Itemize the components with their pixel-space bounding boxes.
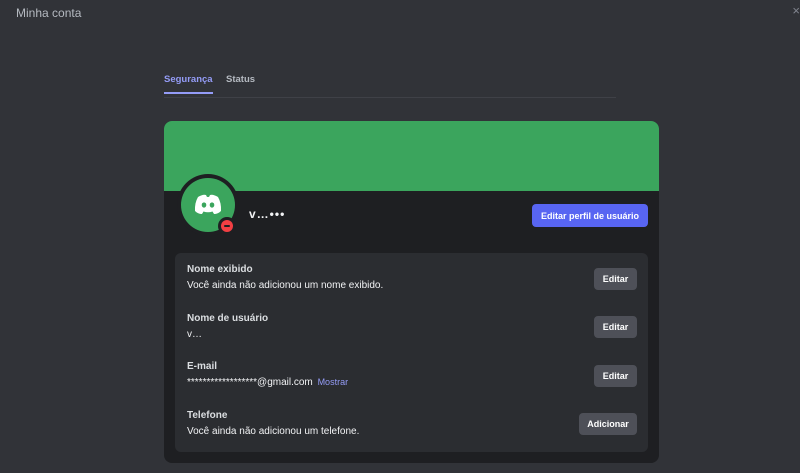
profile-banner [164,121,659,191]
add-phone-button[interactable]: Adicionar [579,413,637,435]
field-label: Telefone [187,410,228,421]
edit-username-button[interactable]: Editar [594,316,637,338]
close-icon[interactable]: × [792,3,800,18]
field-value: ******************@gmail.com Mostrar [187,377,637,388]
field-display-name: Nome exibido Você ainda não adicionou um… [187,264,637,291]
email-masked: ******************@gmail.com [187,377,313,388]
field-phone: Telefone Você ainda não adicionou um tel… [187,410,637,437]
account-card: v…••• Editar perfil de usuário Nome exib… [164,121,659,463]
window-title: Minha conta [16,6,82,20]
field-value: Você ainda não adicionou um nome exibido… [187,280,384,291]
edit-display-name-button[interactable]: Editar [594,268,637,290]
account-fields: Nome exibido Você ainda não adicionou um… [175,253,648,452]
edit-profile-button[interactable]: Editar perfil de usuário [532,204,648,227]
title-bar: Minha conta × [0,0,800,24]
tab-seguranca[interactable]: Segurança [164,74,213,94]
field-value: v… [187,329,202,340]
field-value: Você ainda não adicionou um telefone. [187,426,360,437]
field-label: Nome exibido [187,264,253,275]
edit-email-button[interactable]: Editar [594,365,637,387]
tab-bar: Segurança Status [164,74,616,98]
discord-logo-icon [194,194,222,214]
dnd-status-icon [221,220,233,232]
tab-status[interactable]: Status [226,74,255,92]
field-label: Nome de usuário [187,313,269,324]
field-label: E-mail [187,361,218,372]
field-email: E-mail ******************@gmail.com Most… [187,361,637,388]
reveal-email-link[interactable]: Mostrar [318,377,349,387]
field-username: Nome de usuário v… [187,313,637,340]
profile-username: v…••• [249,207,286,221]
